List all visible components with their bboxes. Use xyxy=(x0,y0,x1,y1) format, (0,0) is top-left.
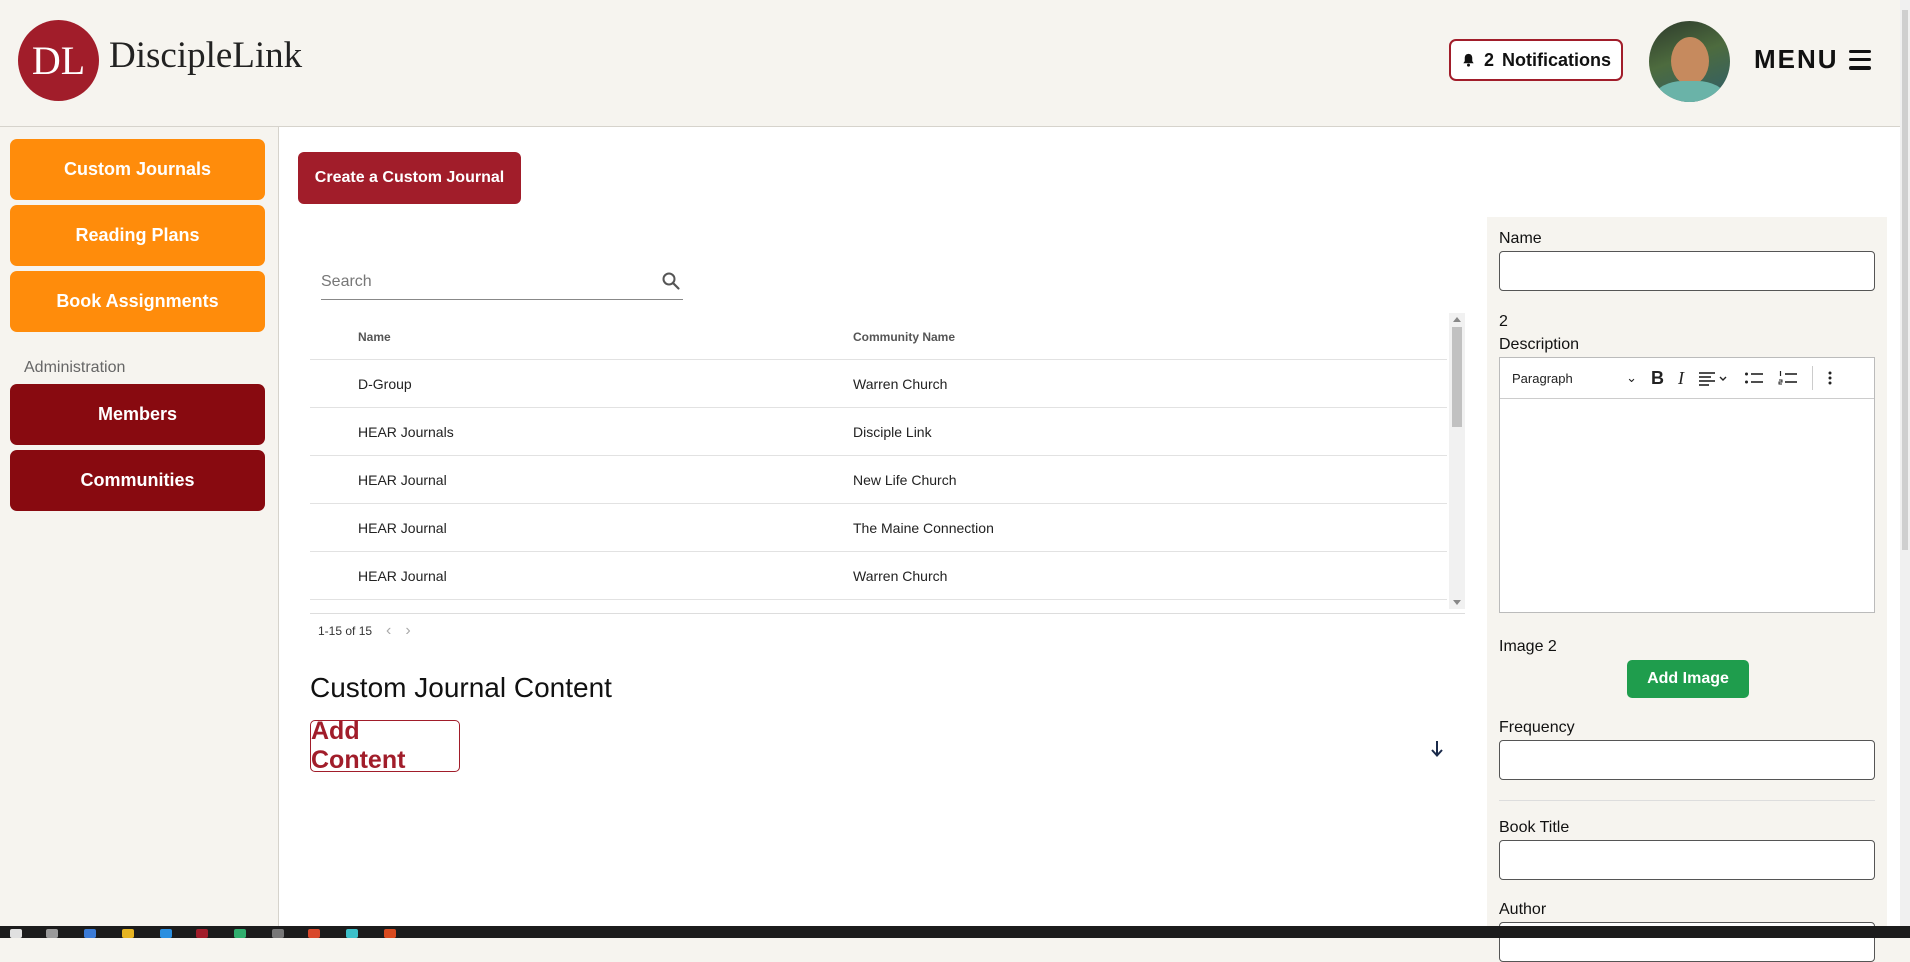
os-taskbar xyxy=(0,926,1910,938)
book-title-field[interactable] xyxy=(1499,840,1875,880)
cell-name: HEAR Journal xyxy=(358,472,447,488)
taskbar-app-icon[interactable] xyxy=(196,929,208,938)
administration-heading: Administration xyxy=(24,359,126,376)
sidebar-item-communities[interactable]: Communities xyxy=(10,450,265,511)
taskbar-app-icon[interactable] xyxy=(346,929,358,938)
cell-name: HEAR Journals xyxy=(358,424,454,440)
description-prefix: 2 xyxy=(1499,313,1508,330)
taskbar-app-icon[interactable] xyxy=(46,929,58,938)
numbered-list-icon[interactable] xyxy=(1778,370,1798,386)
form-divider xyxy=(1499,800,1875,801)
add-content-button[interactable]: Add Content xyxy=(310,717,460,774)
avatar-face xyxy=(1671,37,1709,85)
book-title-label: Book Title xyxy=(1499,819,1570,836)
table-row[interactable]: HEAR Journal The Maine Connection xyxy=(310,504,1447,552)
logo-mark: DL xyxy=(31,38,86,83)
pagination-text: 1-15 of 15 xyxy=(318,624,373,638)
chevron-down-icon: ⌄ xyxy=(1626,370,1637,385)
create-custom-journal-button[interactable]: Create a Custom Journal xyxy=(298,152,521,204)
italic-button[interactable]: I xyxy=(1678,368,1684,389)
page-scroll-thumb[interactable] xyxy=(1902,10,1908,550)
taskbar-app-icon[interactable] xyxy=(308,929,320,938)
search-box xyxy=(321,269,683,300)
column-header-name[interactable]: Name xyxy=(358,330,391,344)
bulleted-list-icon[interactable] xyxy=(1744,370,1764,386)
cell-name: HEAR Journal xyxy=(358,568,447,584)
sidebar-item-members[interactable]: Members xyxy=(10,384,265,445)
block-format-value: Paragraph xyxy=(1512,370,1573,386)
cell-name: HEAR Journal xyxy=(358,520,447,536)
table-row[interactable]: D-Group Warren Church xyxy=(310,360,1447,408)
description-label: Description xyxy=(1499,336,1580,353)
sidebar: Custom Journals Reading Plans Book Assig… xyxy=(0,127,279,927)
taskbar-app-icon[interactable] xyxy=(272,929,284,938)
frequency-label: Frequency xyxy=(1499,719,1575,736)
table-row[interactable]: HEAR Journal New Life Church xyxy=(310,456,1447,504)
sidebar-item-reading-plans[interactable]: Reading Plans xyxy=(10,205,265,266)
name-field[interactable] xyxy=(1499,251,1875,291)
cell-name: D-Group xyxy=(358,376,412,392)
author-label: Author xyxy=(1499,901,1547,918)
cell-community: The Maine Connection xyxy=(853,520,994,536)
search-icon[interactable] xyxy=(661,271,681,291)
search-input[interactable] xyxy=(321,269,641,295)
app-header: DL DiscipleLink 2 Notifications MENU xyxy=(0,0,1900,127)
journal-form: Name 2 Description Paragraph ⌄ B I Image… xyxy=(1487,217,1887,962)
align-icon[interactable] xyxy=(1698,370,1730,386)
image-label: Image 2 xyxy=(1499,638,1557,655)
table-scrollbar[interactable] xyxy=(1449,313,1465,609)
add-image-button[interactable]: Add Image xyxy=(1627,660,1749,698)
prev-page-icon[interactable]: ‹ xyxy=(386,622,391,640)
table-row[interactable]: HEAR Journal Warren Church xyxy=(310,552,1447,600)
taskbar-app-icon[interactable] xyxy=(384,929,396,938)
page-scrollbar[interactable] xyxy=(1900,0,1910,926)
bell-icon xyxy=(1463,53,1474,67)
avatar[interactable] xyxy=(1649,21,1730,102)
notifications-count: 2 xyxy=(1483,49,1494,70)
sidebar-item-book-assignments[interactable]: Book Assignments xyxy=(10,271,265,332)
cell-community: Warren Church xyxy=(853,376,948,392)
column-header-community[interactable]: Community Name xyxy=(853,330,955,344)
journals-table: Name Community Name D-Group Warren Churc… xyxy=(310,313,1465,614)
description-editor[interactable]: Paragraph ⌄ B I xyxy=(1499,357,1875,613)
frequency-field[interactable] xyxy=(1499,740,1875,780)
app-title[interactable]: DiscipleLink xyxy=(109,34,302,77)
bold-button[interactable]: B xyxy=(1651,368,1664,389)
scroll-up-icon[interactable] xyxy=(1453,317,1461,322)
avatar-shirt xyxy=(1655,81,1725,102)
table-row[interactable]: HEAR Journals Disciple Link xyxy=(310,408,1447,456)
taskbar-app-icon[interactable] xyxy=(84,929,96,938)
arrow-down-icon[interactable] xyxy=(1429,739,1445,759)
menu-label: MENU xyxy=(1754,44,1839,74)
hamburger-icon xyxy=(1848,49,1871,70)
notifications-label: Notifications xyxy=(1502,49,1612,70)
name-label: Name xyxy=(1499,230,1542,247)
logo-icon[interactable]: DL xyxy=(18,20,99,101)
toolbar-divider xyxy=(1812,366,1813,390)
notifications-button[interactable]: 2 Notifications xyxy=(1449,39,1623,81)
taskbar-app-icon[interactable] xyxy=(234,929,246,938)
pagination: 1-15 of 15 ‹ › xyxy=(318,622,411,640)
section-title: Custom Journal Content xyxy=(310,672,612,703)
scroll-down-icon[interactable] xyxy=(1453,600,1461,605)
scroll-thumb[interactable] xyxy=(1452,327,1462,427)
table-header: Name Community Name xyxy=(310,313,1447,360)
cell-community: Disciple Link xyxy=(853,424,932,440)
editor-toolbar: Paragraph ⌄ B I xyxy=(1500,358,1874,399)
cell-community: Warren Church xyxy=(853,568,948,584)
more-options-icon[interactable] xyxy=(1827,370,1833,386)
menu-button[interactable]: MENU xyxy=(1754,44,1871,75)
sidebar-item-custom-journals[interactable]: Custom Journals xyxy=(10,139,265,200)
cell-community: New Life Church xyxy=(853,472,957,488)
next-page-icon[interactable]: › xyxy=(405,622,410,640)
taskbar-app-icon[interactable] xyxy=(160,929,172,938)
taskbar-app-icon[interactable] xyxy=(122,929,134,938)
start-icon[interactable] xyxy=(10,929,22,938)
block-format-select[interactable]: Paragraph ⌄ xyxy=(1512,370,1637,386)
